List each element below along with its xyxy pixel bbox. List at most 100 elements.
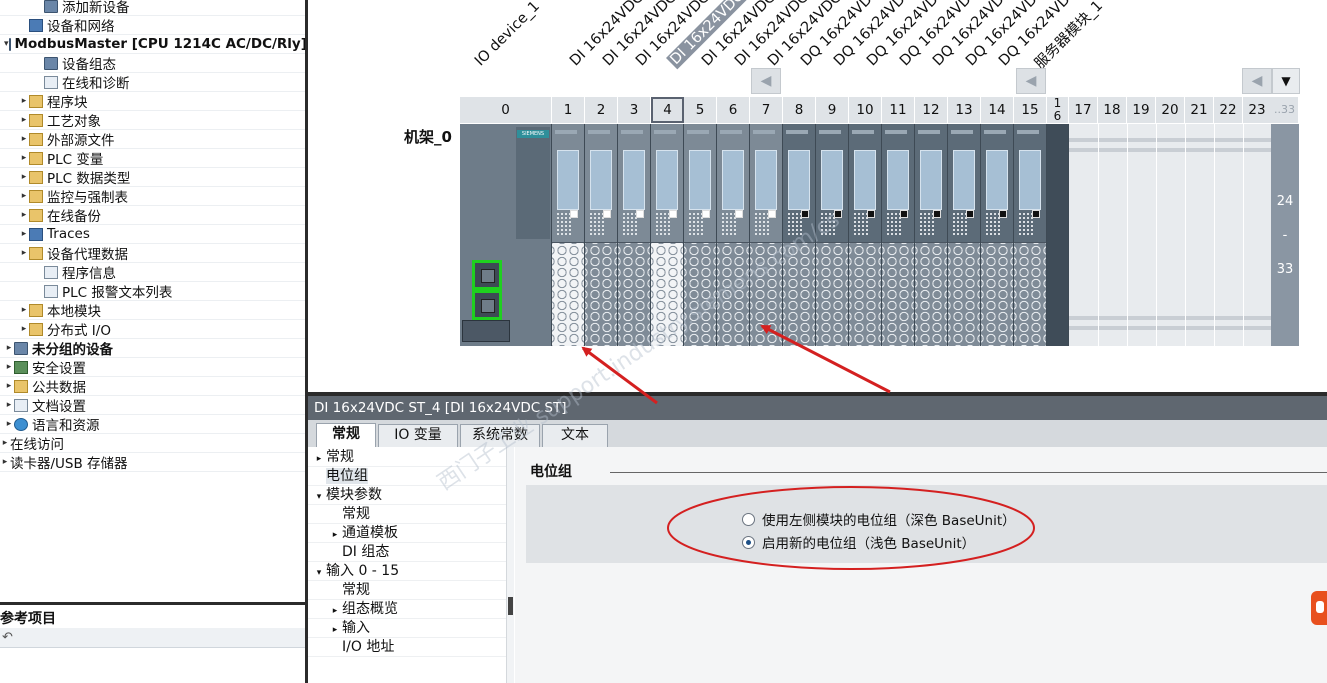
dq-module[interactable] [915, 124, 948, 346]
di-module[interactable] [618, 124, 651, 346]
tree-item[interactable]: ▸ 在线访问 [0, 434, 305, 453]
nav-item[interactable]: I/O 地址 [308, 638, 506, 657]
interface-module[interactable]: SIEMENS [460, 124, 552, 346]
tree-item[interactable]: 设备组态 [0, 54, 305, 73]
expand-right-icon[interactable]: ▸ [19, 305, 29, 315]
slot-header[interactable]: 9 [816, 97, 849, 123]
expand-right-icon[interactable]: ▸ [4, 400, 14, 410]
tree-item[interactable]: ▸ 未分组的设备 [0, 339, 305, 358]
tree-item[interactable]: 程序信息 [0, 263, 305, 282]
tree-item[interactable]: ▸ 读卡器/USB 存储器 [0, 453, 305, 472]
nav-item[interactable]: ▸ 组态概览 [308, 600, 506, 619]
tree-item[interactable]: PLC 报警文本列表 [0, 282, 305, 301]
slot-header[interactable]: 15 [1014, 97, 1047, 123]
tree-item[interactable]: ▸ 程序块 [0, 92, 305, 111]
di-module[interactable] [552, 124, 585, 346]
tree-item[interactable]: 设备和网络 [0, 16, 305, 35]
expand-right-icon[interactable]: ▸ [4, 381, 14, 391]
tree-item[interactable]: ▸ Traces [0, 225, 305, 244]
inspector-tab[interactable]: IO 变量 [378, 424, 458, 447]
tree-item[interactable]: ▸ 在线备份 [0, 206, 305, 225]
dq-module[interactable] [882, 124, 915, 346]
slot-header[interactable]: 17 [1069, 97, 1098, 123]
option-use-left-group[interactable]: 使用左侧模块的电位组（深色 BaseUnit） [742, 509, 1016, 529]
tree-item[interactable]: ▸ 语言和资源 [0, 415, 305, 434]
inspector-tab[interactable]: 文本 [542, 424, 608, 447]
expand-right-icon[interactable]: ▸ [4, 419, 14, 429]
slot-header[interactable]: 13 [948, 97, 981, 123]
tree-item[interactable]: ▸ 公共数据 [0, 377, 305, 396]
slot-header[interactable]: 14 [981, 97, 1014, 123]
slot-header[interactable]: 2 [585, 97, 618, 123]
dq-module[interactable] [849, 124, 882, 346]
tree-item[interactable]: ▸ PLC 变量 [0, 149, 305, 168]
nav-scrollbar[interactable] [506, 447, 514, 683]
scroll-left-button-a[interactable]: ◀ [751, 68, 781, 94]
collapsed-slots-range[interactable]: 24 - 33 [1271, 124, 1299, 346]
scroll-left-button-b[interactable]: ◀ [1016, 68, 1046, 94]
expand-right-icon[interactable]: ▸ [19, 172, 29, 182]
nav-item[interactable]: ▾ 模块参数 [308, 486, 506, 505]
expand-right-icon[interactable]: ▸ [19, 324, 29, 334]
slot-header[interactable]: 23 [1243, 97, 1272, 123]
slot-header[interactable]: 0 [460, 97, 552, 123]
tree-item[interactable]: ▸ 文档设置 [0, 396, 305, 415]
nav-item[interactable]: ▸ 通道模板 [308, 524, 506, 543]
server-module[interactable] [1047, 124, 1069, 346]
slot-header[interactable]: 1 6 [1047, 97, 1069, 123]
dq-module[interactable] [981, 124, 1014, 346]
tree-item[interactable]: ▸ 监控与强制表 [0, 187, 305, 206]
option-new-group[interactable]: 启用新的电位组（浅色 BaseUnit） [742, 532, 975, 552]
nav-item[interactable]: 常规 [308, 505, 506, 524]
di-module[interactable] [585, 124, 618, 346]
ethernet-port-icon[interactable] [472, 260, 502, 290]
expand-right-icon[interactable]: ▸ [0, 457, 10, 467]
expand-right-icon[interactable]: ▸ [19, 210, 29, 220]
slot-header[interactable]: 12 [915, 97, 948, 123]
slot-header[interactable]: 4 [651, 97, 684, 123]
inspector-tab[interactable]: 常规 [316, 423, 376, 447]
tree-item[interactable]: 添加新设备 [0, 0, 305, 16]
slot-header[interactable]: 22 [1214, 97, 1243, 123]
scroll-left-button-c[interactable]: ◀ [1242, 68, 1272, 94]
nav-item[interactable]: DI 组态 [308, 543, 506, 562]
dq-module[interactable] [948, 124, 981, 346]
tree-item[interactable]: ▸ 安全设置 [0, 358, 305, 377]
radio-new-group[interactable] [742, 535, 755, 549]
nav-item[interactable]: 常规 [308, 581, 506, 600]
slot-header[interactable]: 8 [783, 97, 816, 123]
tree-item[interactable]: ▸ 分布式 I/O [0, 320, 305, 339]
slot-header[interactable]: ..33 [1271, 97, 1299, 123]
slot-header[interactable]: 3 [618, 97, 651, 123]
di-module[interactable] [717, 124, 750, 346]
slot-header[interactable]: 5 [684, 97, 717, 123]
nav-item[interactable]: ▾ 输入 0 - 15 [308, 562, 506, 581]
tree-item[interactable]: ▸ 外部源文件 [0, 130, 305, 149]
chevron-down-icon[interactable]: ▼ [1272, 68, 1300, 94]
slot-header[interactable]: 1 [552, 97, 585, 123]
expand-right-icon[interactable]: ▸ [19, 134, 29, 144]
expand-right-icon[interactable]: ▸ [19, 96, 29, 106]
module-name-label[interactable]: IO device_1 [472, 0, 543, 69]
back-arrow-icon[interactable]: ↶ [2, 630, 13, 645]
tree-item[interactable]: ▾ ModbusMaster [CPU 1214C AC/DC/Rly] [0, 35, 305, 54]
slot-header[interactable]: 11 [882, 97, 915, 123]
expand-right-icon[interactable]: ▸ [19, 115, 29, 125]
expand-right-icon[interactable]: ▸ [4, 343, 14, 353]
tree-item[interactable]: ▸ 设备代理数据 [0, 244, 305, 263]
tree-item[interactable]: ▸ 本地模块 [0, 301, 305, 320]
slot-header[interactable]: 20 [1156, 97, 1185, 123]
tree-item[interactable]: 在线和诊断 [0, 73, 305, 92]
slot-header[interactable]: 7 [750, 97, 783, 123]
nav-item[interactable]: ▸ 输入 [308, 619, 506, 638]
expand-down-icon[interactable]: ▾ [4, 39, 9, 49]
slot-header[interactable]: 10 [849, 97, 882, 123]
expand-right-icon[interactable]: ▸ [19, 248, 29, 258]
help-icon[interactable] [1311, 591, 1327, 625]
slot-header[interactable]: 19 [1127, 97, 1156, 123]
slot-header[interactable]: 21 [1185, 97, 1214, 123]
radio-use-left-group[interactable] [742, 512, 755, 526]
module-name-label[interactable]: 服务器模块_1 [1029, 0, 1107, 73]
expand-right-icon[interactable]: ▸ [19, 191, 29, 201]
expand-right-icon[interactable]: ▸ [0, 438, 10, 448]
